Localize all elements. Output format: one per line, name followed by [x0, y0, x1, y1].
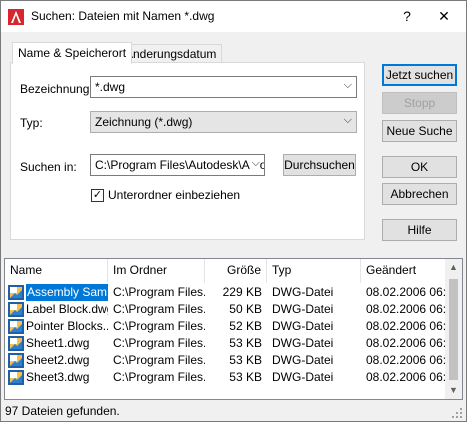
cell-size: 52 KB [229, 319, 262, 333]
help-button[interactable]: Hilfe [382, 219, 457, 241]
cell-size: 53 KB [229, 370, 262, 384]
cell-size: 53 KB [229, 353, 262, 367]
cell-type: DWG-Datei [272, 285, 334, 299]
table-row[interactable]: Pointer Blocks... C:\Program Files... 52 K… [5, 318, 446, 335]
name-label: Bezeichnung: [20, 82, 93, 96]
cell-size: 50 KB [229, 302, 262, 316]
chevron-down-icon[interactable]: ⌵ [344, 79, 352, 92]
cell-folder: C:\Program Files... [113, 336, 205, 350]
chevron-down-icon[interactable]: ⌵ [344, 114, 352, 127]
cell-modified: 08.02.2006 06:2 [366, 353, 446, 367]
new-search-button[interactable]: Neue Suche [382, 120, 457, 142]
table-row[interactable]: Sheet3.dwg C:\Program Files... 53 KB DWG-Da… [5, 369, 446, 386]
cell-folder: C:\Program Files... [113, 302, 205, 316]
table-row[interactable]: Sheet2.dwg C:\Program Files... 53 KB DWG-Da… [5, 352, 446, 369]
dwg-file-icon [8, 353, 24, 368]
cell-size: 229 KB [222, 285, 262, 299]
dwg-file-icon [8, 302, 24, 317]
cell-name: Assembly Sam... [25, 283, 109, 302]
dwg-file-icon [8, 285, 24, 300]
find-dialog: Suchen: Dateien mit Namen *.dwg ? ✕ Name… [0, 0, 467, 422]
title-help-button[interactable]: ? [395, 5, 419, 27]
cell-folder: C:\Program Files... [113, 370, 205, 384]
cell-size: 53 KB [229, 336, 262, 350]
cell-type: DWG-Datei [272, 336, 334, 350]
cell-name: Label Block.dwg [26, 302, 108, 316]
subfolders-checkbox[interactable]: ✓ [91, 189, 104, 202]
cell-modified: 08.02.2006 06:2 [366, 319, 446, 333]
type-label: Typ: [20, 116, 43, 130]
cell-type: DWG-Datei [272, 353, 334, 367]
column-header-modified[interactable]: Geändert [361, 259, 446, 283]
table-row[interactable]: Sheet1.dwg C:\Program Files... 53 KB DWG-Da… [5, 335, 446, 352]
ok-button[interactable]: OK [382, 156, 457, 178]
cell-modified: 08.02.2006 06:2 [366, 370, 446, 384]
cell-name: Sheet3.dwg [26, 370, 90, 384]
dwg-file-icon [8, 336, 24, 351]
cell-folder: C:\Program Files... [113, 285, 205, 299]
cancel-button[interactable]: Abbrechen [382, 183, 457, 205]
find-now-button[interactable]: Jetzt suchen [382, 64, 457, 86]
vertical-scrollbar[interactable]: ▲ ▼ [445, 259, 462, 399]
table-row[interactable]: Label Block.dwg C:\Program Files... 50 KB D… [5, 301, 446, 318]
cell-modified: 08.02.2006 06:2 [366, 302, 446, 316]
cell-modified: 08.02.2006 06:2 [366, 285, 446, 299]
cell-type: DWG-Datei [272, 319, 334, 333]
tab-name-location[interactable]: Name & Speicherort [12, 42, 133, 64]
cell-folder: C:\Program Files... [113, 353, 205, 367]
status-bar: 97 Dateien gefunden. [2, 400, 465, 421]
table-row[interactable]: Assembly Sam... C:\Program Files... 229 KB… [5, 283, 446, 302]
column-header-type[interactable]: Typ [267, 259, 361, 283]
scroll-thumb[interactable] [449, 279, 458, 380]
column-header-folder[interactable]: Im Ordner [108, 259, 205, 283]
tab-panel: Bezeichnung: *.dwg ⌵ Typ: Zeichnung (*.d… [10, 62, 365, 240]
title-bar: Suchen: Dateien mit Namen *.dwg ? ✕ [1, 1, 466, 32]
title-close-button[interactable]: ✕ [431, 5, 457, 27]
column-header-name[interactable]: Name [5, 259, 108, 283]
lookin-combo[interactable]: C:\Program Files\Autodesk\Auto ⌵ [90, 154, 265, 176]
type-select[interactable]: Zeichnung (*.dwg) ⌵ [90, 111, 357, 133]
cell-folder: C:\Program Files... [113, 319, 205, 333]
cell-name: Sheet2.dwg [26, 353, 90, 367]
tab-date-modified[interactable]: Änderungsdatum [119, 44, 223, 62]
dwg-file-icon [8, 370, 24, 385]
column-header-size[interactable]: Größe [205, 259, 267, 283]
lookin-label: Suchen in: [20, 160, 77, 174]
cell-modified: 08.02.2006 06:2 [366, 336, 446, 350]
resize-grip-icon[interactable] [451, 407, 463, 419]
window-title: Suchen: Dateien mit Namen *.dwg [31, 9, 215, 23]
results-list[interactable]: Name Im Ordner Größe Typ Geändert Assemb… [4, 258, 463, 400]
name-value: *.dwg [95, 80, 126, 94]
lookin-value: C:\Program Files\Autodesk\Auto [95, 158, 265, 172]
cell-name: Sheet1.dwg [26, 336, 90, 350]
name-combo[interactable]: *.dwg ⌵ [90, 76, 357, 98]
scroll-down-icon[interactable]: ▼ [445, 382, 462, 399]
autocad-app-icon [8, 9, 24, 25]
status-text: 97 Dateien gefunden. [5, 404, 120, 418]
browse-button[interactable]: Durchsuchen [283, 154, 356, 176]
scroll-up-icon[interactable]: ▲ [445, 259, 462, 276]
stop-button[interactable]: Stopp [382, 92, 457, 114]
chevron-down-icon[interactable]: ⌵ [249, 157, 260, 170]
dwg-file-icon [8, 319, 24, 334]
cell-type: DWG-Datei [272, 302, 334, 316]
cell-name: Pointer Blocks... [26, 319, 108, 333]
cell-type: DWG-Datei [272, 370, 334, 384]
subfolders-label: Unterordner einbeziehen [108, 188, 241, 202]
type-value: Zeichnung (*.dwg) [95, 115, 193, 129]
